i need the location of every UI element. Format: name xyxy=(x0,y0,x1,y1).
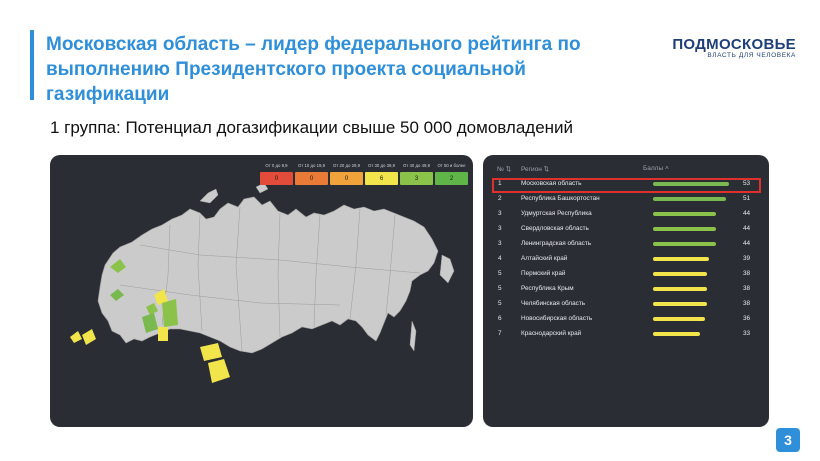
legend-label: От 40 до 49,9 xyxy=(403,163,430,168)
row-score: 51 xyxy=(743,195,751,202)
region-altai xyxy=(208,359,230,383)
row-rank: 4 xyxy=(498,255,502,262)
row-region: Алтайский край xyxy=(521,255,568,262)
russia-map xyxy=(70,182,455,383)
map-panel: От 0 до 9,9 От 10 до 19,9 От 20 до 29,9 … xyxy=(50,155,473,427)
row-rank: 3 xyxy=(498,240,502,247)
row-score: 38 xyxy=(743,285,751,292)
table-row[interactable]: 4 Алтайский край 39 xyxy=(493,252,761,266)
row-rank: 2 xyxy=(498,195,502,202)
logo-main: ПОДМОСКОВЬЕ xyxy=(672,36,796,53)
region-sverdlovsk xyxy=(162,299,178,327)
region-krasnodar xyxy=(82,329,96,345)
ranking-table-panel: № ⇅ Регион ⇅ Баллы ˄ 1 Московская область… xyxy=(483,155,769,427)
legend-labels: От 0 до 9,9 От 10 до 19,9 От 20 до 29,9 … xyxy=(260,163,468,168)
slide-title: Московская область – лидер федерального … xyxy=(46,34,581,105)
table-row[interactable]: 3 Удмуртская Республика 44 xyxy=(493,207,761,221)
row-region: Республика Крым xyxy=(521,285,574,292)
row-score: 44 xyxy=(743,225,751,232)
column-header-score[interactable]: Баллы ˄ xyxy=(643,165,669,172)
highlight-frame xyxy=(492,178,761,193)
legend-swatch: 0 xyxy=(330,172,363,185)
row-score: 39 xyxy=(743,255,751,262)
row-region: Республика Башкортостан xyxy=(521,195,600,202)
column-header-region[interactable]: Регион ⇅ xyxy=(521,165,549,173)
legend-label: От 30 до 39,9 xyxy=(368,163,395,168)
table-row[interactable]: 5 Пермский край 38 xyxy=(493,267,761,281)
logo: ПОДМОСКОВЬЕ ВЛАСТЬ ДЛЯ ЧЕЛОВЕКА xyxy=(672,36,796,59)
column-header-rank[interactable]: № ⇅ xyxy=(497,165,511,173)
table-row[interactable]: 3 Ленинградская область 44 xyxy=(493,237,761,251)
row-score-bar xyxy=(653,197,726,201)
row-score: 44 xyxy=(743,240,751,247)
legend-swatches: 0 0 0 6 3 2 xyxy=(260,172,468,185)
table-row[interactable]: 5 Республика Крым 38 xyxy=(493,282,761,296)
row-score: 44 xyxy=(743,210,751,217)
region-novosibirsk xyxy=(200,343,222,361)
legend-swatch: 0 xyxy=(295,172,328,185)
table-row[interactable]: 7 Краснодарский край 33 xyxy=(493,327,761,341)
page-number: 3 xyxy=(776,428,800,452)
table-row[interactable]: 3 Свердловская область 44 xyxy=(493,222,761,236)
map-legend: От 0 до 9,9 От 10 до 19,9 От 20 до 29,9 … xyxy=(260,163,468,185)
map-novaya-zemlya xyxy=(199,188,219,204)
row-region: Новосибирская область xyxy=(521,315,593,322)
legend-swatch: 3 xyxy=(400,172,433,185)
legend-label: От 50 и более xyxy=(437,163,466,168)
row-score: 36 xyxy=(743,315,751,322)
row-score-bar xyxy=(653,332,700,336)
row-score: 38 xyxy=(743,300,751,307)
row-rank: 5 xyxy=(498,300,502,307)
row-score-bar xyxy=(653,257,709,261)
table-row[interactable]: 5 Челябинская область 38 xyxy=(493,297,761,311)
row-region: Ленинградская область xyxy=(521,240,592,247)
row-region: Удмуртская Республика xyxy=(521,210,592,217)
row-score: 38 xyxy=(743,270,751,277)
row-rank: 5 xyxy=(498,270,502,277)
map-kamchatka xyxy=(439,254,455,284)
table-row[interactable]: 2 Республика Башкортостан 51 xyxy=(493,192,761,206)
table-row[interactable]: 6 Новосибирская область 36 xyxy=(493,312,761,326)
row-score-bar xyxy=(653,302,707,306)
row-score-bar xyxy=(653,287,707,291)
region-crimea xyxy=(70,331,82,343)
row-region: Пермский край xyxy=(521,270,566,277)
legend-label: От 10 до 19,9 xyxy=(298,163,325,168)
group-subtitle: 1 группа: Потенциал догазификации свыше … xyxy=(50,118,574,137)
row-score: 33 xyxy=(743,330,751,337)
region-chelyabinsk xyxy=(158,327,168,341)
title-accent-bar xyxy=(30,30,34,100)
legend-label: От 20 до 29,9 xyxy=(333,163,360,168)
row-region: Свердловская область xyxy=(521,225,589,232)
row-region: Краснодарский край xyxy=(521,330,582,337)
row-region: Челябинская область xyxy=(521,300,586,307)
row-score-bar xyxy=(653,242,716,246)
row-rank: 7 xyxy=(498,330,502,337)
row-score-bar xyxy=(653,212,716,216)
logo-tagline: ВЛАСТЬ ДЛЯ ЧЕЛОВЕКА xyxy=(707,52,796,59)
row-rank: 6 xyxy=(498,315,502,322)
row-rank: 3 xyxy=(498,225,502,232)
row-rank: 3 xyxy=(498,210,502,217)
legend-label: От 0 до 9,9 xyxy=(265,163,288,168)
legend-swatch: 0 xyxy=(260,172,293,185)
row-score-bar xyxy=(653,317,705,321)
row-score-bar xyxy=(653,272,707,276)
legend-swatch: 2 xyxy=(435,172,468,185)
row-score-bar xyxy=(653,227,716,231)
row-rank: 5 xyxy=(498,285,502,292)
legend-swatch: 6 xyxy=(365,172,398,185)
map-sakhalin xyxy=(409,320,417,352)
